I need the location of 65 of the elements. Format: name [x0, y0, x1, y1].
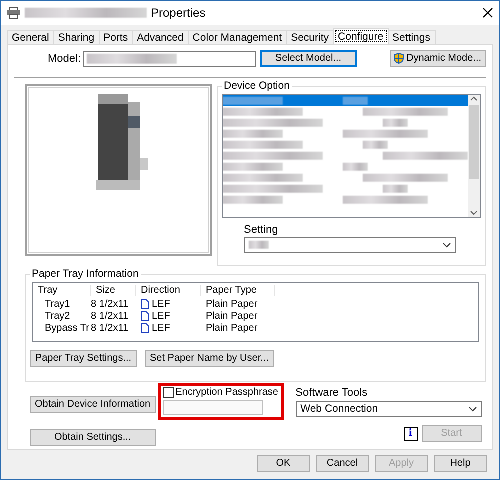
table-cell-text: 8 1/2x11 [91, 322, 130, 334]
group-title: Paper Tray Information [31, 268, 140, 280]
tab[interactable]: Settings [388, 30, 436, 44]
table-cell-text: Plain Paper [205, 310, 259, 322]
table-cell: LEF [152, 322, 170, 334]
column-header[interactable]: Tray [33, 285, 91, 296]
tab[interactable]: Security [286, 30, 334, 44]
scroll-up-icon[interactable] [470, 95, 478, 103]
model-field[interactable] [83, 50, 256, 66]
blurred-option-name [223, 130, 283, 138]
blurred-option-name [223, 96, 283, 104]
dialog-button[interactable]: Help [434, 455, 487, 472]
dialog-button[interactable]: OK [257, 455, 310, 472]
model-label: Model: [48, 52, 82, 64]
list-item[interactable] [223, 150, 468, 161]
column-header[interactable]: Direction [136, 285, 201, 296]
close-icon[interactable] [483, 8, 493, 18]
device-option-list[interactable] [222, 94, 481, 218]
encryption-label: Encryption Passphrase [176, 387, 278, 398]
tab[interactable]: Sharing [53, 30, 100, 44]
blurred-option-value [343, 96, 368, 104]
tab[interactable]: Configure [333, 28, 389, 44]
blurred-option-name [223, 162, 283, 170]
obtain-device-information-button[interactable]: Obtain Device Information [30, 396, 156, 413]
tab[interactable]: Ports [98, 30, 134, 44]
column-header[interactable]: Paper Type [201, 285, 275, 296]
dynamic-mode-button[interactable]: Dynamic Mode... [390, 50, 486, 67]
scrollbar[interactable] [468, 95, 480, 217]
blurred-option-value [383, 118, 408, 126]
info-icon[interactable]: i [404, 426, 418, 440]
scroll-down-icon[interactable] [470, 209, 478, 217]
window-title: Properties [151, 6, 206, 20]
caret-icon [443, 242, 451, 248]
blurred-option-value [343, 162, 368, 170]
table-cell-text: Bypass Tr [44, 322, 90, 334]
table-cell-text: Tray1 [44, 298, 72, 310]
table-cell-text: Tray2 [44, 310, 72, 322]
shield-icon [394, 53, 404, 64]
software-tools-label: Software Tools [296, 387, 369, 399]
tab[interactable]: General [7, 30, 54, 44]
column-header[interactable]: Size [91, 285, 136, 296]
table-cell-text: Plain Paper [205, 322, 259, 334]
group-title: Device Option [223, 80, 291, 92]
table-cell-text: Plain Paper [205, 298, 259, 310]
blurred-setting-value [249, 241, 269, 249]
blurred-option-name [223, 196, 283, 204]
printer-icon [7, 7, 21, 19]
software-tools-select[interactable]: Web Connection [296, 401, 482, 417]
tab[interactable]: Advanced [132, 30, 189, 44]
paper-tray-button[interactable]: Paper Tray Settings... [30, 350, 137, 367]
table-cell: LEF [152, 298, 170, 310]
setting-label: Setting [244, 224, 280, 236]
tab[interactable]: Color Management [188, 30, 288, 44]
dialog-button[interactable]: Cancel [316, 455, 369, 472]
select-model-button[interactable]: Select Model... [260, 50, 357, 67]
paper-tray-button[interactable]: Set Paper Name by User... [145, 350, 274, 367]
checkbox[interactable] [162, 387, 174, 398]
obtain-settings-button[interactable]: Obtain Settings... [30, 429, 156, 446]
table-cell-text: 8 1/2x11 [91, 310, 130, 322]
setting-select[interactable] [244, 237, 456, 253]
blurred-option-value [363, 140, 388, 148]
table-cell-text: 8 1/2x11 [91, 298, 130, 310]
caret-icon [468, 406, 477, 412]
blurred-option-value [383, 184, 408, 192]
table-cell: LEF [152, 310, 170, 322]
